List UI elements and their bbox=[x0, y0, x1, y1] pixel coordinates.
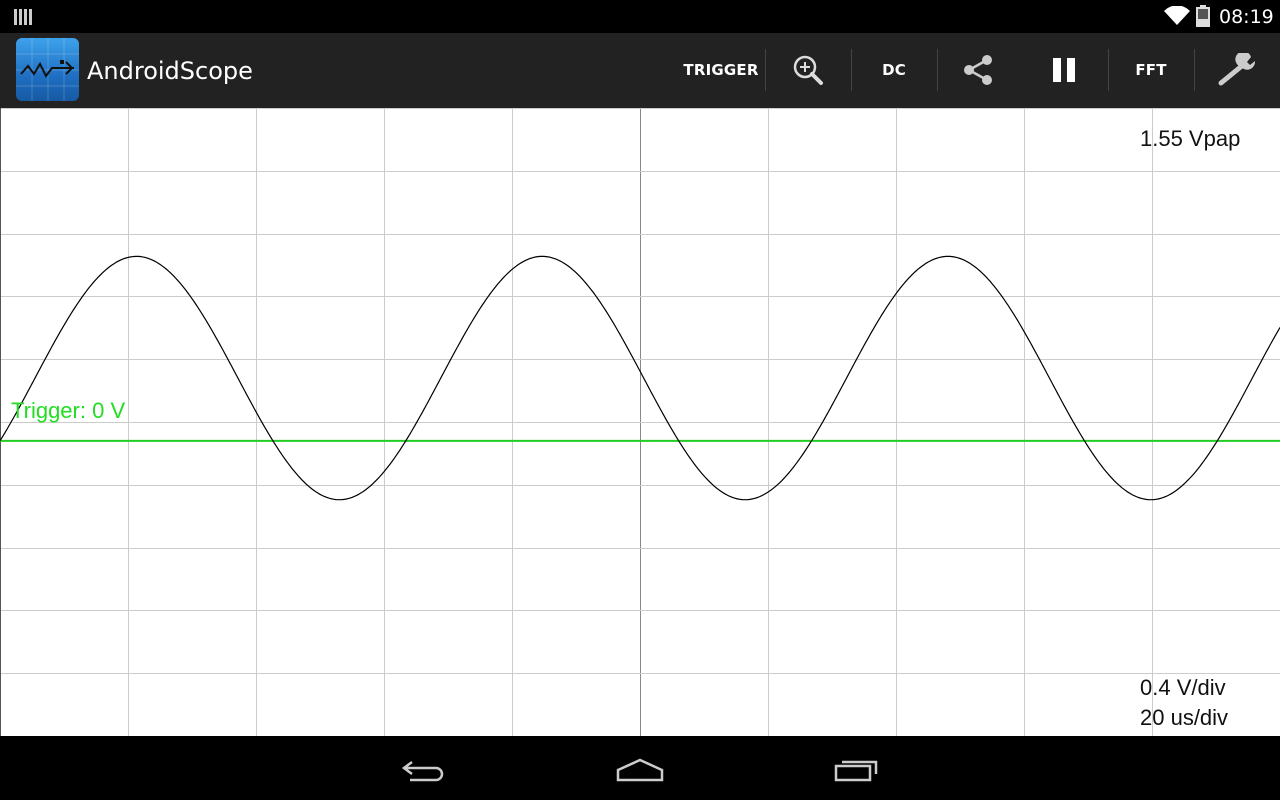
separator bbox=[1108, 49, 1109, 91]
time-per-div-readout: 20 us/div bbox=[1140, 705, 1229, 730]
share-button[interactable] bbox=[950, 43, 1006, 97]
home-button[interactable] bbox=[610, 750, 670, 790]
scope-display[interactable]: 1.55 Vpap Trigger: 0 V 0.4 V/div 20 us/d… bbox=[0, 108, 1280, 736]
back-icon bbox=[401, 761, 444, 782]
separator bbox=[851, 49, 852, 91]
action-bar: AndroidScope TRIGGER DC FFT bbox=[0, 33, 1280, 108]
scope-grid bbox=[0, 108, 1280, 736]
separator bbox=[937, 49, 938, 91]
zoom-in-icon bbox=[793, 55, 823, 85]
back-button[interactable] bbox=[394, 750, 454, 790]
trigger-button[interactable]: TRIGGER bbox=[680, 43, 762, 97]
home-icon bbox=[616, 758, 664, 782]
recent-apps-icon bbox=[834, 760, 878, 782]
wifi-icon bbox=[1164, 6, 1190, 25]
separator bbox=[1194, 49, 1195, 91]
settings-button[interactable] bbox=[1208, 43, 1266, 97]
app-title: AndroidScope bbox=[87, 57, 253, 85]
separator bbox=[765, 49, 766, 91]
status-bar: 08:19 bbox=[0, 0, 1280, 33]
zoom-button[interactable] bbox=[780, 43, 836, 97]
oscilloscope-plot[interactable] bbox=[0, 108, 1280, 736]
pause-button[interactable] bbox=[1036, 43, 1092, 97]
recent-apps-button[interactable] bbox=[826, 750, 886, 790]
app-logo-icon[interactable] bbox=[16, 38, 79, 101]
trigger-level-label: Trigger: 0 V bbox=[11, 398, 126, 423]
battery-icon bbox=[1196, 5, 1210, 27]
status-clock: 08:19 bbox=[1219, 6, 1274, 28]
volts-per-div-readout: 0.4 V/div bbox=[1140, 675, 1226, 700]
notification-icon bbox=[14, 9, 32, 25]
navigation-bar bbox=[0, 736, 1280, 800]
fft-button[interactable]: FFT bbox=[1122, 43, 1180, 97]
coupling-dc-button[interactable]: DC bbox=[866, 43, 922, 97]
vpp-readout: 1.55 Vpap bbox=[1140, 126, 1241, 151]
share-icon bbox=[964, 55, 992, 85]
pause-icon bbox=[1053, 58, 1075, 82]
wrench-icon bbox=[1218, 53, 1256, 86]
